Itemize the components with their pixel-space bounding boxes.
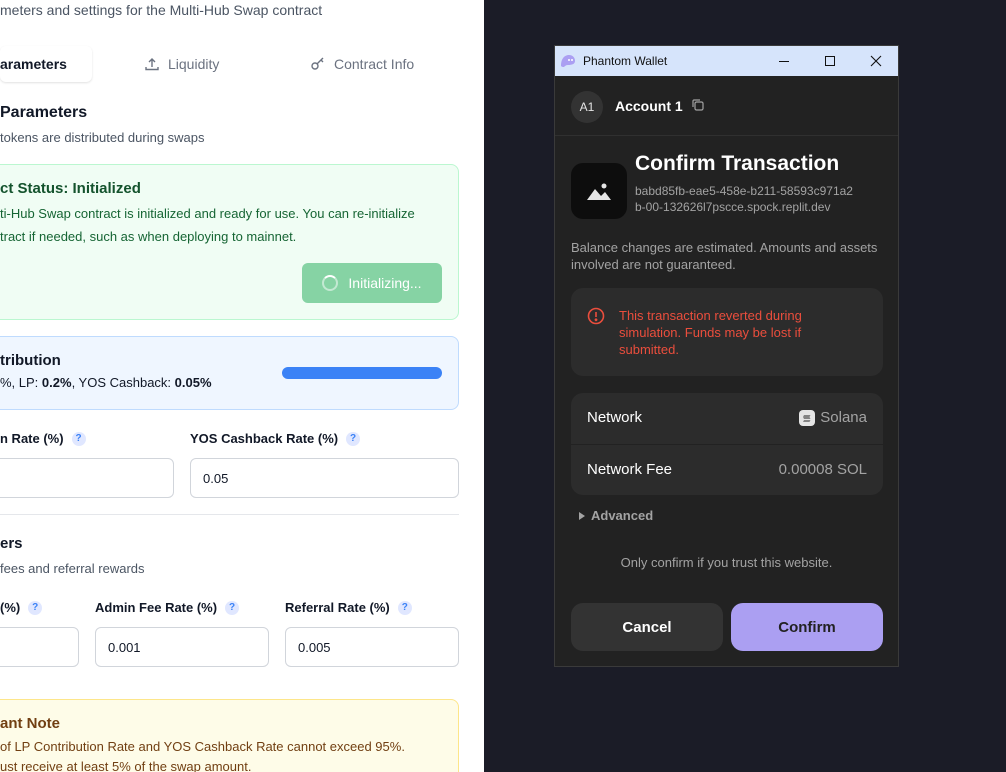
close-button[interactable] xyxy=(853,46,898,76)
lp-rate-input[interactable] xyxy=(0,458,174,498)
fees-title: ers xyxy=(0,535,23,552)
maximize-icon xyxy=(825,56,835,66)
admin-fee-label-text: Admin Fee Rate (%) xyxy=(95,600,218,615)
admin-fee-input[interactable]: 0.001 xyxy=(95,627,269,667)
close-icon xyxy=(870,55,882,67)
maximize-button[interactable] xyxy=(807,46,853,76)
note-line2: ust receive at least 5% of the swap amou… xyxy=(0,759,252,772)
network-label: Network xyxy=(587,409,643,426)
caret-right-icon xyxy=(579,511,585,520)
spinner-icon xyxy=(322,275,339,291)
help-icon[interactable]: ? xyxy=(225,600,240,615)
note-text: of LP Contribution Rate and YOS Cashback… xyxy=(0,737,405,772)
fee-col1-input[interactable] xyxy=(0,627,79,667)
copy-icon[interactable] xyxy=(691,98,705,112)
help-icon[interactable]: ? xyxy=(28,600,43,615)
phantom-wallet-window: Phantom Wallet A1 Account 1 Confirm Tran… xyxy=(554,45,899,667)
admin-fee-label: Admin Fee Rate (%) ? xyxy=(95,600,240,615)
distribution-summary: %, LP: 0.2%, YOS Cashback: 0.05% xyxy=(0,375,212,390)
help-icon[interactable]: ? xyxy=(397,600,412,615)
account-header: A1 Account 1 xyxy=(555,76,898,136)
tab-parameters[interactable]: arameters xyxy=(0,46,92,82)
distribution-progress-bar xyxy=(282,367,442,379)
site-favicon xyxy=(571,163,627,219)
trust-note: Only confirm if you trust this website. xyxy=(620,555,833,570)
warning-circle-icon xyxy=(587,307,605,325)
lp-rate-label-text: n Rate (%) xyxy=(0,431,64,446)
initialize-button[interactable]: Initializing... xyxy=(302,263,442,303)
note-title: ant Note xyxy=(0,715,60,732)
initialize-button-label: Initializing... xyxy=(348,275,422,291)
phantom-logo-icon xyxy=(561,55,575,67)
confirm-button[interactable]: Confirm xyxy=(731,603,883,651)
distribution-mid: , YOS Cashback: xyxy=(71,375,175,390)
tabs-bar: arameters Liquidity Contract Info xyxy=(0,44,460,84)
advanced-label: Advanced xyxy=(591,508,654,523)
network-value: Solana xyxy=(799,409,867,426)
note-line1: of LP Contribution Rate and YOS Cashback… xyxy=(0,739,405,754)
fees-description: fees and referral rewards xyxy=(0,561,145,576)
key-icon xyxy=(311,57,324,70)
balance-note: Balance changes are estimated. Amounts a… xyxy=(571,240,878,272)
status-text-line2: tract if needed, such as when deploying … xyxy=(0,229,297,244)
referral-rate-label: Referral Rate (%) ? xyxy=(285,600,412,615)
distribution-title: tribution xyxy=(0,352,61,369)
upload-icon xyxy=(145,58,159,71)
tab-parameters-label: arameters xyxy=(0,56,67,72)
lp-value: 0.2% xyxy=(41,375,72,390)
network-row: Network Solana xyxy=(571,393,883,444)
status-text-line1: ti-Hub Swap contract is initialized and … xyxy=(0,206,415,221)
fee-col1-label-text: (%) xyxy=(0,600,21,615)
network-value-text: Solana xyxy=(820,409,867,426)
network-fee-row: Network Fee 0.00008 SOL xyxy=(571,444,883,495)
help-icon[interactable]: ? xyxy=(346,431,361,446)
account-avatar[interactable]: A1 xyxy=(571,91,603,123)
confirm-transaction-heading: Confirm Transaction xyxy=(635,152,840,175)
section-title: Parameters xyxy=(0,104,88,121)
tab-contract-info[interactable]: Contract Info xyxy=(310,56,414,72)
tab-liquidity-label: Liquidity xyxy=(168,56,220,72)
network-fee-value: 0.00008 SOL xyxy=(778,461,867,478)
section-description: tokens are distributed during swaps xyxy=(0,130,205,145)
admin-page: meters and settings for the Multi-Hub Sw… xyxy=(0,0,484,772)
image-placeholder-icon xyxy=(587,183,611,200)
transaction-details: Network Solana Network Fee 0.00008 SOL xyxy=(571,393,883,495)
simulation-warning: This transaction reverted during simulat… xyxy=(571,288,883,376)
referral-rate-label-text: Referral Rate (%) xyxy=(285,600,390,615)
fee-col1-label: (%) ? xyxy=(0,600,43,615)
page-subtitle: meters and settings for the Multi-Hub Sw… xyxy=(0,2,323,18)
solana-icon xyxy=(799,409,816,426)
yos-rate-input[interactable]: 0.05 xyxy=(190,458,459,498)
window-title: Phantom Wallet xyxy=(583,54,668,68)
cancel-button[interactable]: Cancel xyxy=(571,603,723,651)
account-name[interactable]: Account 1 xyxy=(615,98,683,114)
network-fee-label: Network Fee xyxy=(587,461,673,478)
minimize-button[interactable] xyxy=(761,46,807,76)
status-title: ct Status: Initialized xyxy=(0,180,141,197)
divider xyxy=(0,514,459,515)
warning-text: This transaction reverted during simulat… xyxy=(619,308,802,357)
advanced-toggle[interactable]: Advanced xyxy=(579,508,653,523)
tab-contract-info-label: Contract Info xyxy=(334,56,415,72)
status-text: ti-Hub Swap contract is initialized and … xyxy=(0,202,450,248)
referral-rate-input[interactable]: 0.005 xyxy=(285,627,459,667)
site-url: babd85fb-eae5-458e-b211-58593c971a2b-00-… xyxy=(635,184,853,214)
window-titlebar[interactable]: Phantom Wallet xyxy=(555,46,898,76)
lp-rate-label: n Rate (%) ? xyxy=(0,431,86,446)
yos-rate-label-text: YOS Cashback Rate (%) xyxy=(190,431,339,446)
minimize-icon xyxy=(779,61,789,62)
tab-liquidity[interactable]: Liquidity xyxy=(144,56,219,72)
distribution-prefix: %, LP: xyxy=(0,375,42,390)
yos-rate-label: YOS Cashback Rate (%) ? xyxy=(190,431,361,446)
help-icon[interactable]: ? xyxy=(71,431,86,446)
yos-value: 0.05% xyxy=(174,375,212,390)
